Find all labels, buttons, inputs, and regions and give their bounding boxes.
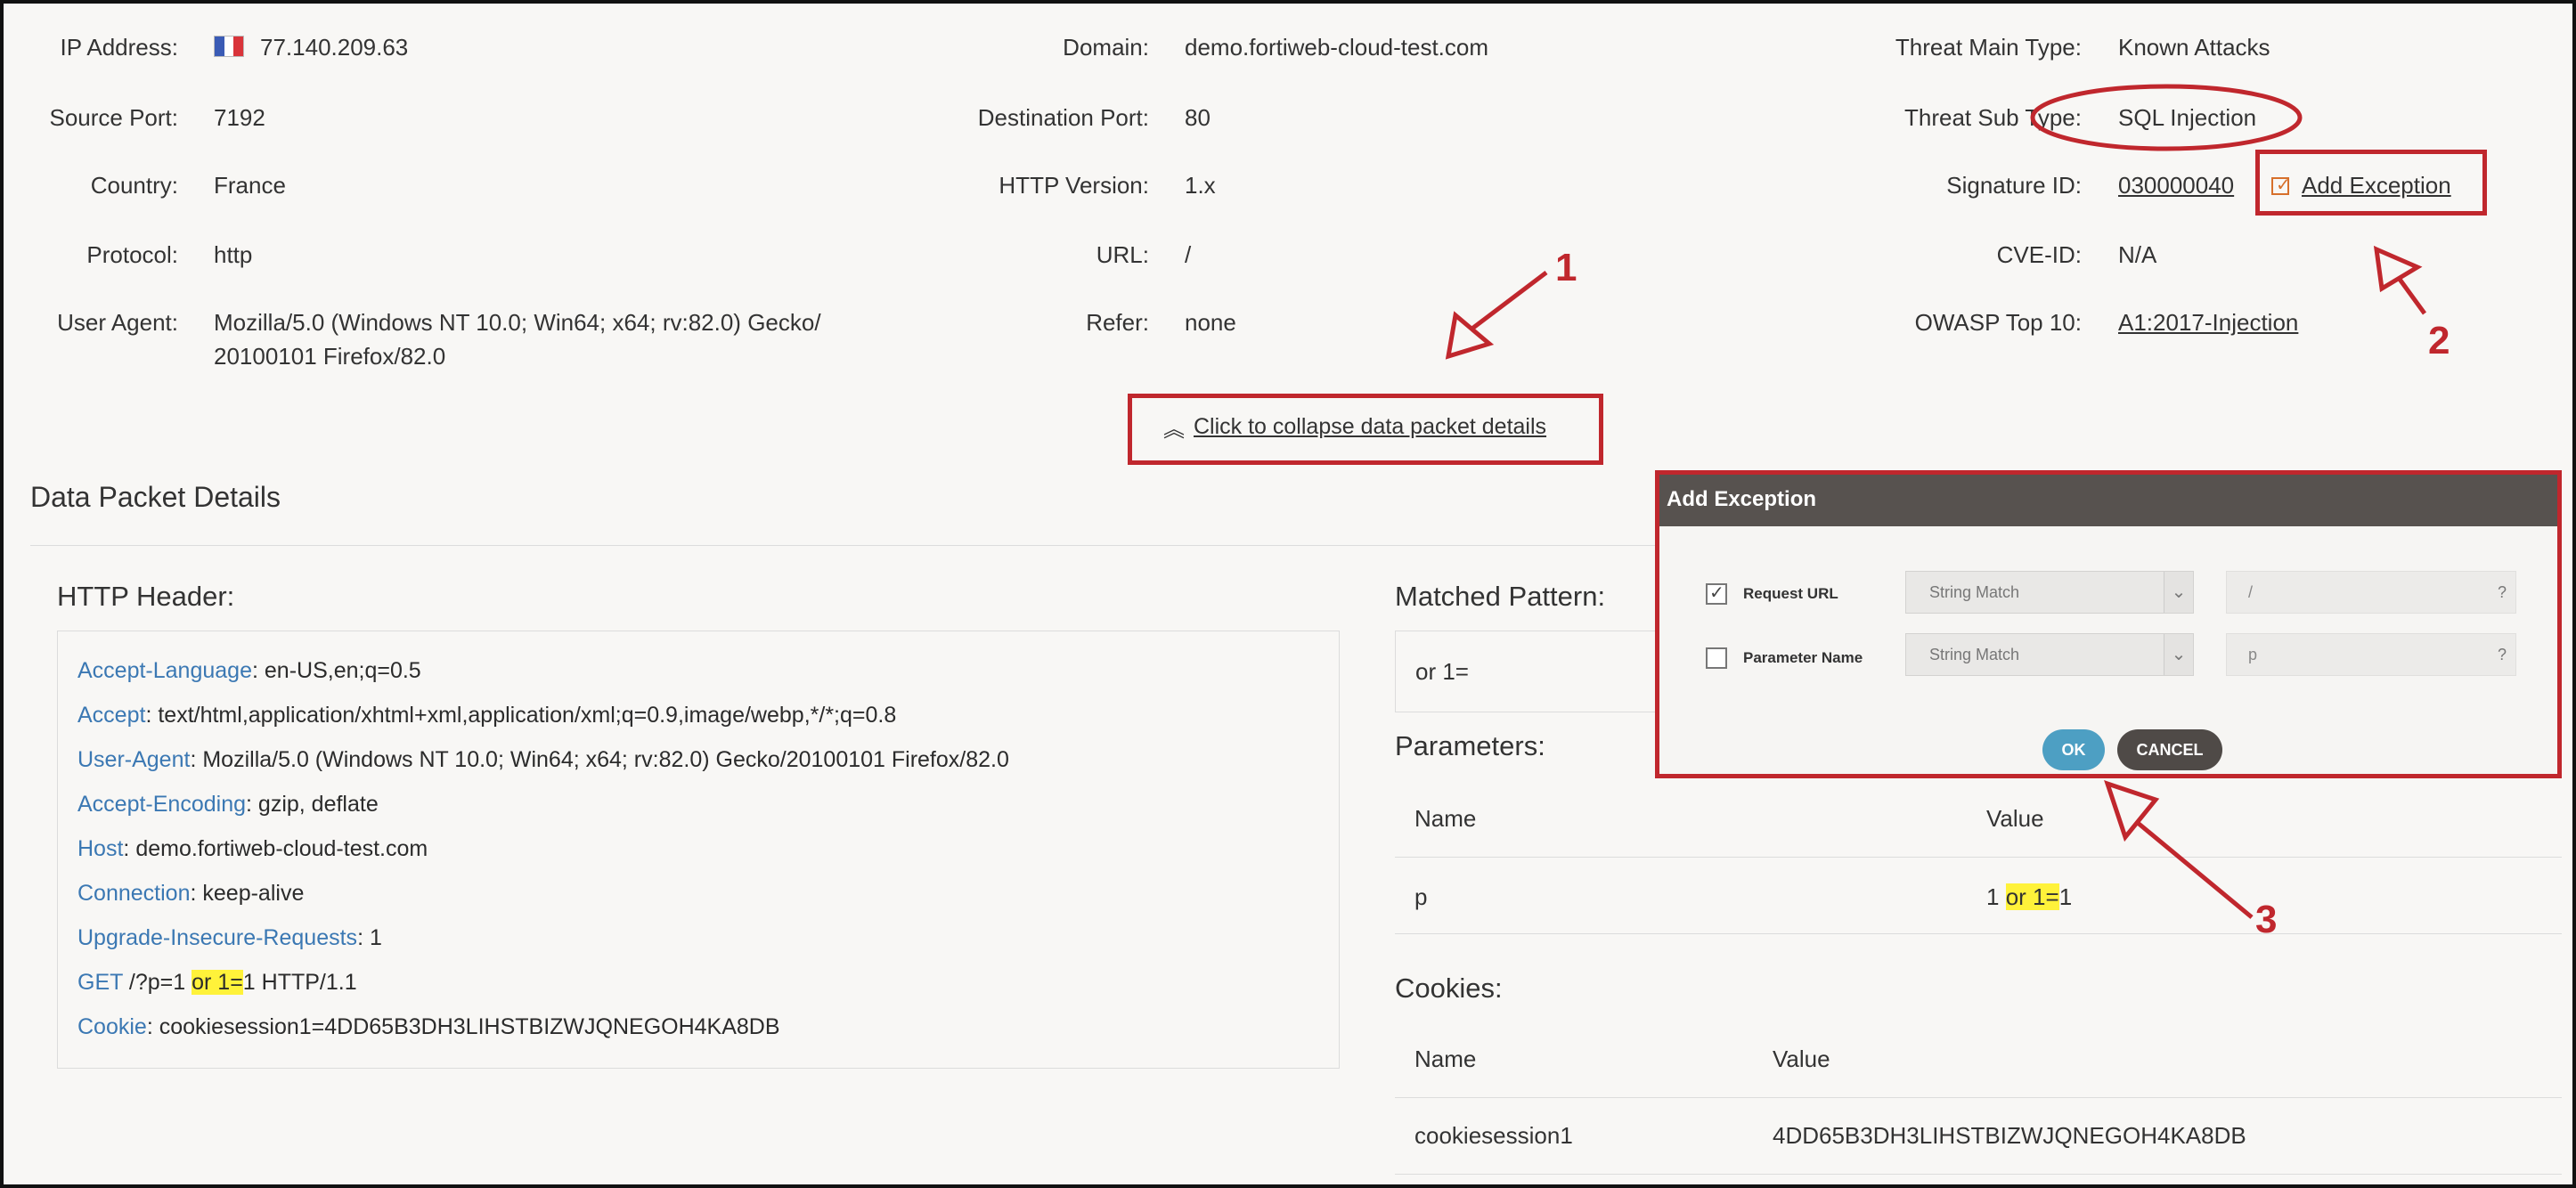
annotation-arrow-2 [2373,245,2427,315]
annotation-number-2: 2 [2428,319,2450,362]
annotation-ellipse-threat-sub-type [2030,84,2303,151]
annotation-arrow-1 [1445,271,1548,360]
annotation-number-3: 3 [2255,898,2278,941]
annotation-overlay [1445,84,2427,919]
annotation-arrow-3 [2104,780,2254,919]
annotation-number-1: 1 [1555,246,1577,289]
